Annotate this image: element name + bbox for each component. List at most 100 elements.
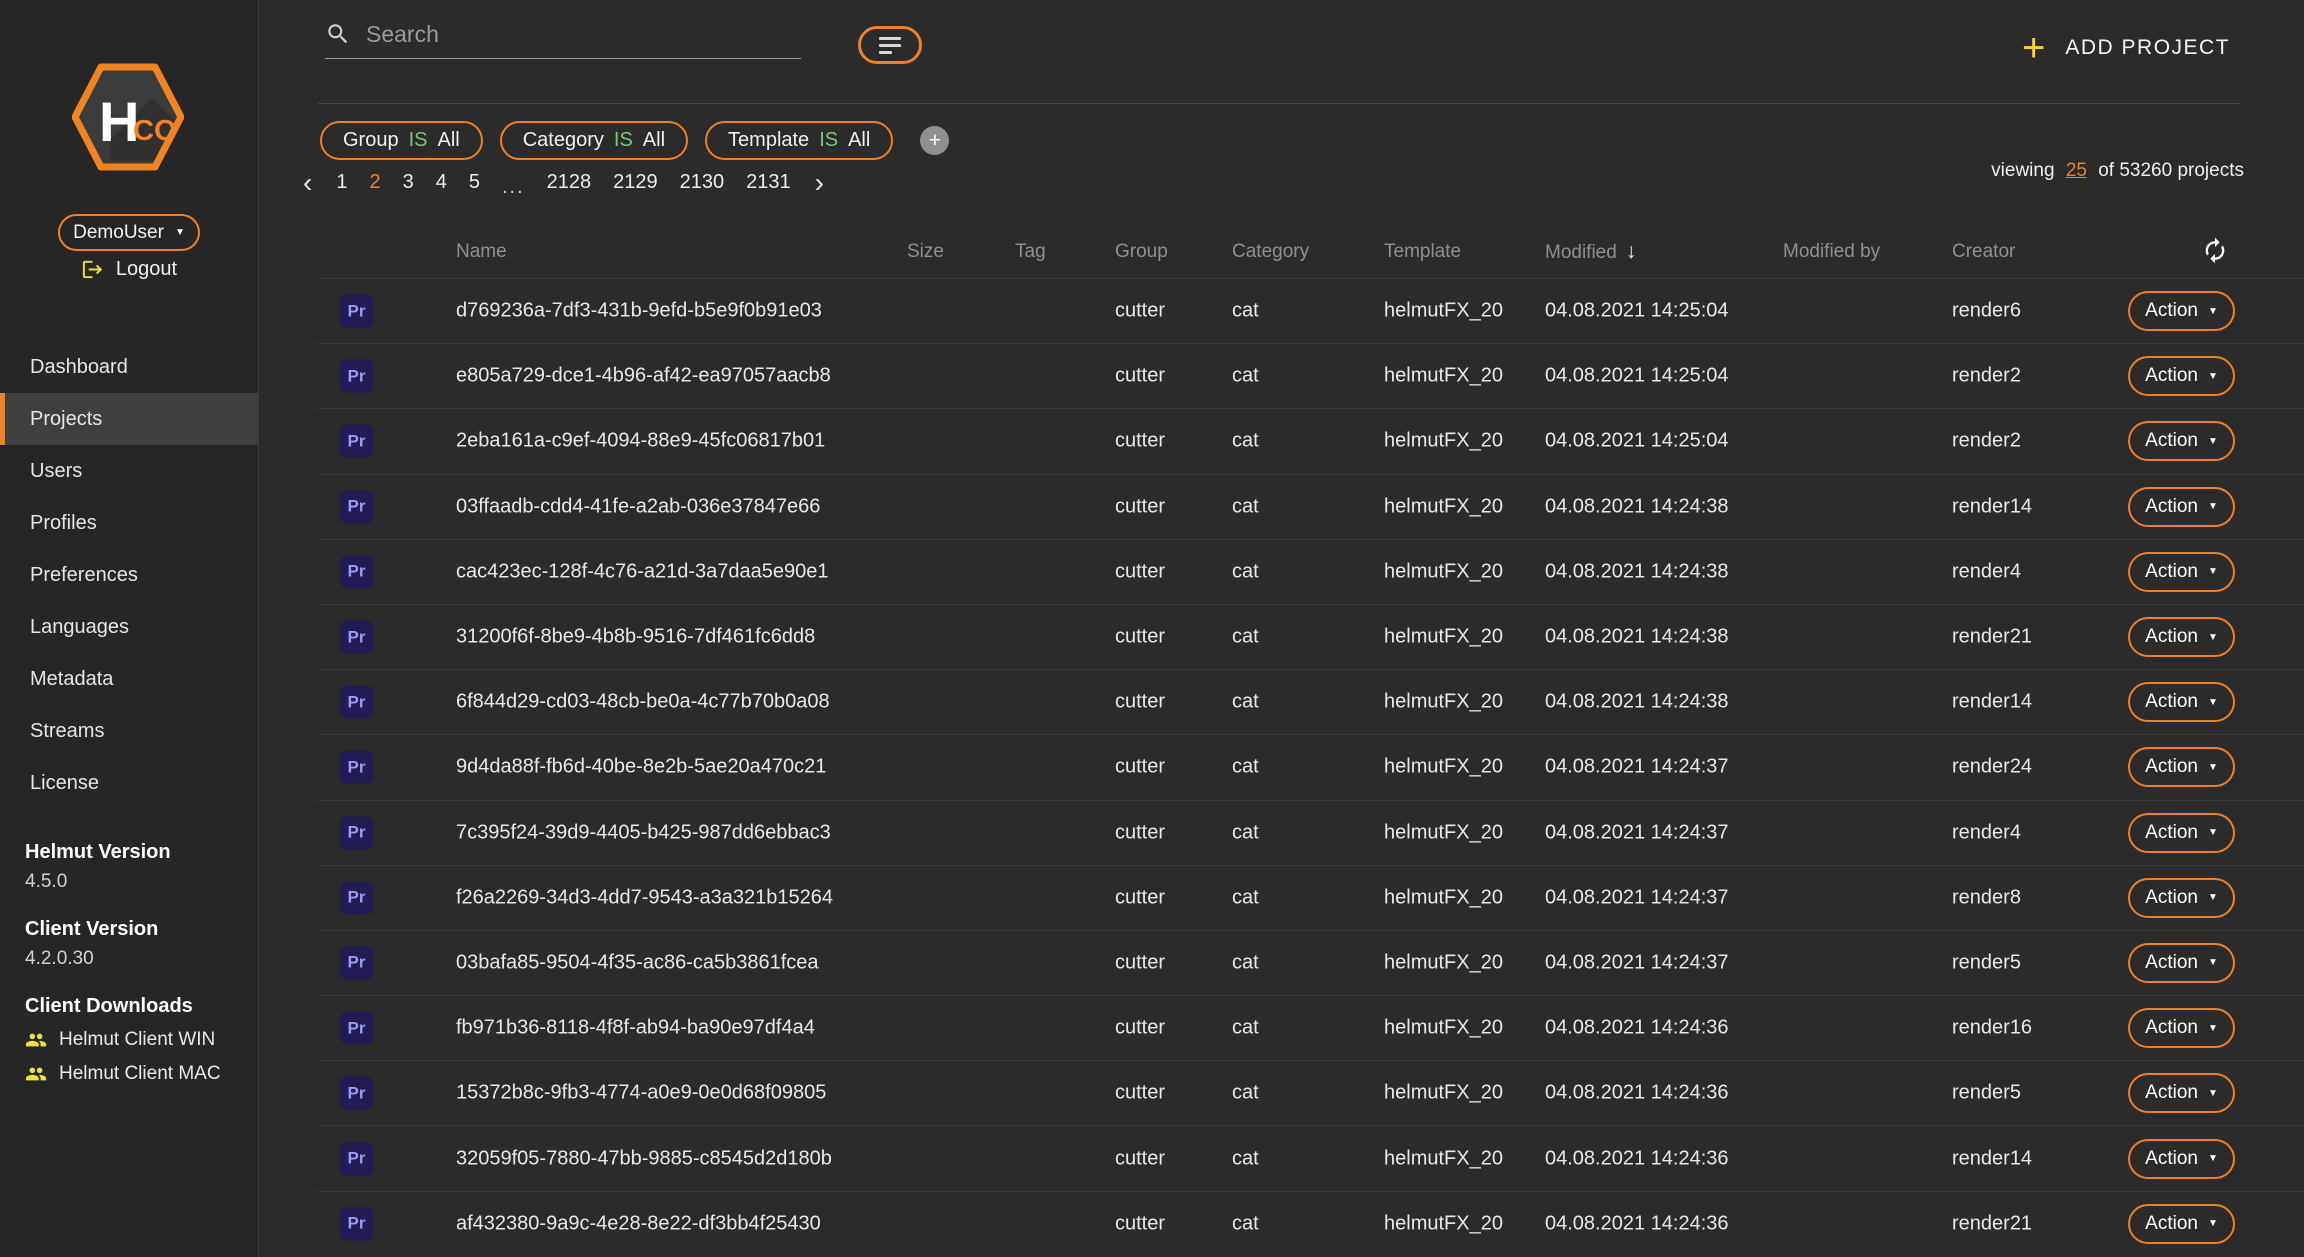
chevron-down-icon: ▼: [2208, 957, 2218, 968]
sidebar-item-preferences[interactable]: Preferences: [0, 549, 258, 601]
sidebar-item-projects[interactable]: Projects: [0, 393, 258, 445]
search-input[interactable]: [366, 21, 801, 48]
action-button[interactable]: Action ▼: [2128, 747, 2235, 787]
column-header-modified[interactable]: Modified↓: [1545, 240, 1636, 264]
template-cell: helmutFX_20: [1384, 691, 1503, 714]
page-list: 12345...2128212921302131: [336, 171, 790, 194]
group-cell: cutter: [1115, 495, 1165, 518]
filter-toggle-button[interactable]: [858, 26, 922, 64]
page-number[interactable]: 4: [436, 171, 447, 194]
action-button[interactable]: Action ▼: [2128, 1073, 2235, 1113]
viewing-summary: viewing 25 of 53260 projects: [1991, 160, 2244, 182]
top-divider: [318, 103, 2241, 104]
column-header-modified-by[interactable]: Modified by: [1783, 241, 1880, 263]
client-download-link[interactable]: Helmut Client WIN: [25, 1029, 221, 1051]
premiere-icon: Pr: [340, 295, 373, 328]
modified-cell: 04.08.2021 14:24:38: [1545, 626, 1729, 649]
table-row: Pr 2eba161a-c9ef-4094-88e9-45fc06817b01 …: [318, 408, 2304, 473]
modified-cell: 04.08.2021 14:24:36: [1545, 1212, 1729, 1235]
sidebar-item-license[interactable]: License: [0, 757, 258, 809]
action-button[interactable]: Action ▼: [2128, 943, 2235, 983]
sort-desc-icon: ↓: [1626, 240, 1637, 263]
viewing-count[interactable]: 25: [2066, 160, 2087, 181]
template-cell: helmutFX_20: [1384, 1147, 1503, 1170]
page-number[interactable]: 1: [336, 171, 347, 194]
action-button[interactable]: Action ▼: [2128, 1139, 2235, 1179]
svg-text:CO: CO: [133, 115, 177, 147]
table-row: Pr 9d4da88f-fb6d-40be-8e2b-5ae20a470c21 …: [318, 734, 2304, 799]
filter-chips: Group IS All Category IS All Template IS…: [320, 121, 949, 160]
sidebar-item-profiles[interactable]: Profiles: [0, 497, 258, 549]
sidebar-item-streams[interactable]: Streams: [0, 705, 258, 757]
creator-cell: render5: [1952, 951, 2021, 974]
prev-page-button[interactable]: ‹: [301, 173, 314, 193]
action-button[interactable]: Action ▼: [2128, 421, 2235, 461]
premiere-icon: Pr: [340, 360, 373, 393]
modified-cell: 04.08.2021 14:24:38: [1545, 495, 1729, 518]
page-number[interactable]: 2: [369, 171, 380, 194]
page-number[interactable]: 3: [403, 171, 414, 194]
action-label: Action: [2145, 300, 2198, 322]
chip-value: All: [848, 129, 870, 152]
column-header-category[interactable]: Category: [1232, 241, 1309, 263]
filter-chip-template[interactable]: Template IS All: [705, 121, 893, 160]
action-button[interactable]: Action ▼: [2128, 1008, 2235, 1048]
column-header-group[interactable]: Group: [1115, 241, 1168, 263]
project-name-cell: 03bafa85-9504-4f35-ac86-ca5b3861fcea: [456, 951, 819, 974]
creator-cell: render2: [1952, 430, 2021, 453]
add-filter-button[interactable]: +: [920, 126, 949, 155]
action-button[interactable]: Action ▼: [2128, 1204, 2235, 1244]
project-name-cell: d769236a-7df3-431b-9efd-b5e9f0b91e03: [456, 300, 822, 323]
premiere-icon: Pr: [340, 816, 373, 849]
action-button[interactable]: Action ▼: [2128, 552, 2235, 592]
premiere-icon: Pr: [340, 751, 373, 784]
table-row: Pr 15372b8c-9fb3-4774-a0e9-0e0d68f09805 …: [318, 1060, 2304, 1125]
page-number[interactable]: 2128: [547, 171, 592, 194]
chevron-down-icon: ▼: [2208, 1218, 2218, 1229]
column-header-name[interactable]: Name: [456, 241, 507, 263]
group-cell: cutter: [1115, 365, 1165, 388]
client-downloads-title: Client Downloads: [25, 995, 221, 1018]
action-button[interactable]: Action ▼: [2128, 813, 2235, 853]
action-button[interactable]: Action ▼: [2128, 487, 2235, 527]
column-header-tag[interactable]: Tag: [1015, 241, 1046, 263]
page-number[interactable]: 2129: [613, 171, 658, 194]
sidebar-item-dashboard[interactable]: Dashboard: [0, 341, 258, 393]
category-cell: cat: [1232, 1017, 1259, 1040]
action-button[interactable]: Action ▼: [2128, 291, 2235, 331]
sidebar-item-users[interactable]: Users: [0, 445, 258, 497]
category-cell: cat: [1232, 1147, 1259, 1170]
creator-cell: render16: [1952, 1017, 2032, 1040]
action-button[interactable]: Action ▼: [2128, 356, 2235, 396]
add-project-button[interactable]: + ADD PROJECT: [2022, 30, 2230, 66]
user-menu-button[interactable]: DemoUser ▼: [58, 214, 200, 251]
sidebar-item-languages[interactable]: Languages: [0, 601, 258, 653]
modified-cell: 04.08.2021 14:24:38: [1545, 560, 1729, 583]
next-page-button[interactable]: ›: [813, 173, 826, 193]
project-name-cell: 03ffaadb-cdd4-41fe-a2ab-036e37847e66: [456, 495, 820, 518]
sidebar-item-metadata[interactable]: Metadata: [0, 653, 258, 705]
client-download-link[interactable]: Helmut Client MAC: [25, 1063, 221, 1085]
action-button[interactable]: Action ▼: [2128, 878, 2235, 918]
page-number[interactable]: 2131: [746, 171, 791, 194]
filter-chip-group[interactable]: Group IS All: [320, 121, 483, 160]
action-button[interactable]: Action ▼: [2128, 682, 2235, 722]
chevron-down-icon: ▼: [2208, 501, 2218, 512]
user-name: DemoUser: [73, 222, 164, 244]
filter-chip-category[interactable]: Category IS All: [500, 121, 688, 160]
action-button[interactable]: Action ▼: [2128, 617, 2235, 657]
column-header-size[interactable]: Size: [907, 241, 944, 263]
column-header-creator[interactable]: Creator: [1952, 241, 2015, 263]
column-header-template[interactable]: Template: [1384, 241, 1461, 263]
search-icon: [325, 21, 351, 47]
page-number[interactable]: 2130: [680, 171, 725, 194]
logout-button[interactable]: Logout: [0, 258, 258, 281]
search-bar: [325, 10, 801, 59]
project-name-cell: cac423ec-128f-4c76-a21d-3a7daa5e90e1: [456, 560, 829, 583]
page-number[interactable]: 5: [469, 171, 480, 194]
sidebar-info: Helmut Version 4.5.0 Client Version 4.2.…: [25, 841, 221, 1097]
table-row: Pr 32059f05-7880-47bb-9885-c8545d2d180b …: [318, 1125, 2304, 1190]
premiere-icon: Pr: [340, 490, 373, 523]
project-name-cell: 31200f6f-8be9-4b8b-9516-7df461fc6dd8: [456, 626, 815, 649]
refresh-icon[interactable]: [2201, 237, 2229, 268]
